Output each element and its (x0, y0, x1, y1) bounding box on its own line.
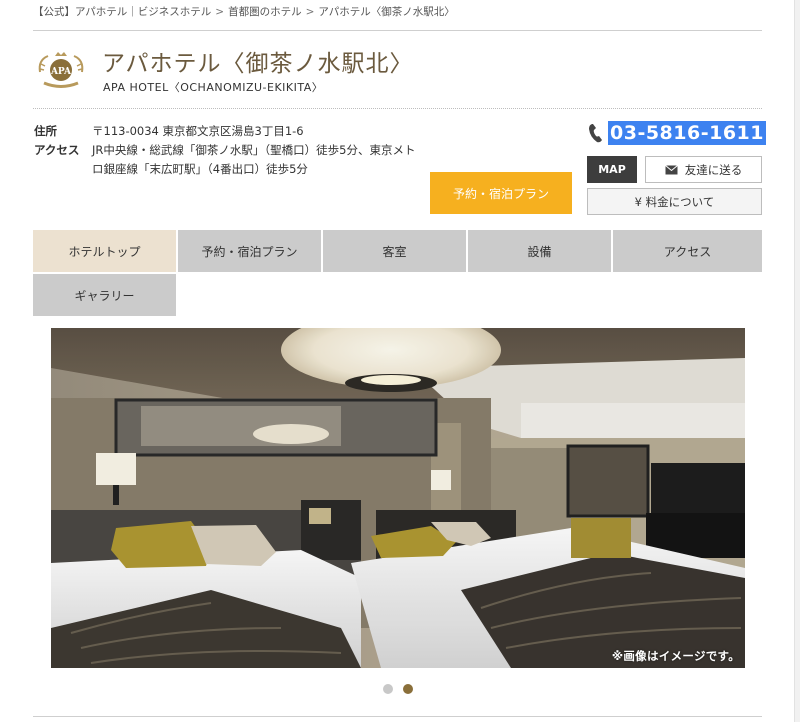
tab-facilities[interactable]: 設備 (468, 230, 611, 272)
hotel-name: アパホテル〈御茶ノ水駅北〉 (102, 51, 414, 77)
hero-room-image: ※画像はイメージです。 (51, 328, 745, 668)
room-photo (51, 328, 745, 668)
price-info-button[interactable]: ¥ 料金について (587, 188, 762, 215)
breadcrumb-link-home[interactable]: 【公式】アパホテル｜ビジネスホテル (33, 6, 211, 18)
address-label: 住所 (34, 124, 57, 138)
reserve-plan-button[interactable]: 予約・宿泊プラン (430, 172, 572, 214)
tab-rooms[interactable]: 客室 (323, 230, 466, 272)
access-value: JR中央線・総武線「御茶ノ水駅」（聖橋口）徒歩5分、東京メトロ銀座線「末広町駅」… (92, 143, 416, 176)
phone-icon (589, 124, 602, 143)
header-divider (33, 108, 762, 109)
hotel-info: 住所 〒113-0034 東京都文京区湯島3丁目1-6 アクセス JR中央線・総… (34, 122, 422, 179)
apa-logo[interactable]: APA (36, 50, 86, 92)
envelope-icon (664, 164, 678, 174)
send-to-friend-label: 友達に送る (684, 162, 743, 177)
hotel-name-en: APA HOTEL〈OCHANOMIZU-EKIKITA〉 (103, 81, 324, 94)
tab-access[interactable]: アクセス (613, 230, 762, 272)
breadcrumb-current: アパホテル〈御茶ノ水駅北〉 (318, 6, 455, 18)
phone-number[interactable]: 03-5816-1611 (608, 121, 766, 145)
address-value: 〒113-0034 東京都文京区湯島3丁目1-6 (92, 124, 304, 138)
phone-block[interactable]: 03-5816-1611 (588, 121, 766, 145)
logo-text: APA (50, 67, 72, 77)
carousel-dot-2-active[interactable] (403, 684, 413, 694)
breadcrumb-link-region[interactable]: 首都圏のホテル (228, 6, 302, 18)
breadcrumb-separator: > (305, 6, 315, 18)
send-to-friend-button[interactable]: 友達に送る (645, 156, 762, 183)
hero-caption: ※画像はイメージです。 (611, 649, 740, 663)
access-label: アクセス (34, 143, 80, 157)
tab-hotel-top[interactable]: ホテルトップ (33, 230, 176, 272)
tab-reserve-plan[interactable]: 予約・宿泊プラン (178, 230, 321, 272)
tab-gallery[interactable]: ギャラリー (33, 274, 176, 316)
breadcrumb-separator: > (215, 6, 225, 18)
footer-divider (33, 716, 762, 717)
map-button[interactable]: MAP (587, 156, 637, 183)
carousel-dot-1[interactable] (383, 684, 393, 694)
address-row: 住所 〒113-0034 東京都文京区湯島3丁目1-6 (34, 122, 422, 141)
breadcrumb: 【公式】アパホテル｜ビジネスホテル > 首都圏のホテル > アパホテル〈御茶ノ水駅北〉 (33, 5, 762, 31)
access-row: アクセス JR中央線・総武線「御茶ノ水駅」（聖橋口）徒歩5分、東京メトロ銀座線「… (34, 141, 422, 179)
scrollbar-track[interactable] (794, 0, 800, 722)
